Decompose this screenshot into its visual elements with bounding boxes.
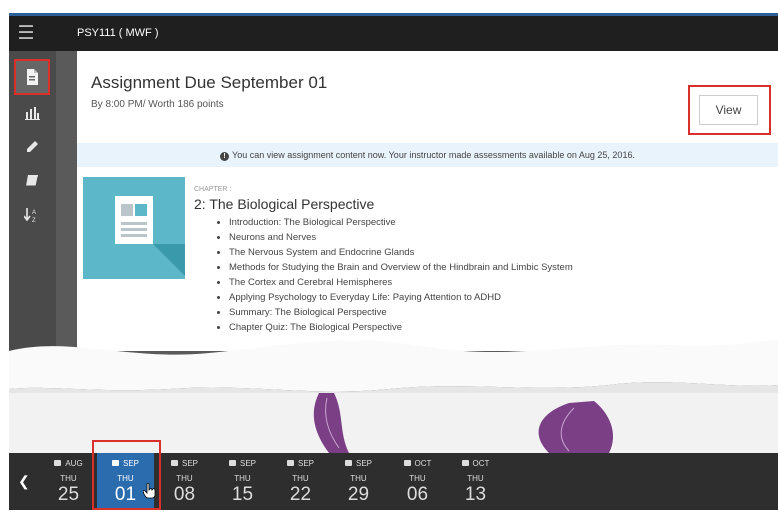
date-day: 06 (406, 484, 429, 505)
document-icon (27, 69, 38, 85)
bar-chart-icon (24, 106, 40, 120)
assignment-panel: Assignment Due September 01 By 8:00 PM/ … (77, 51, 778, 351)
date-weekday: THU (60, 474, 77, 483)
chapter-thumbnail[interactable] (83, 177, 185, 279)
lock-icon (170, 460, 178, 466)
hand-cursor-icon (143, 483, 156, 499)
sidebar-item-edit[interactable] (16, 131, 48, 163)
date-month: SEP (355, 459, 372, 468)
document-illustration (115, 196, 153, 244)
illustration-block-accent (135, 204, 147, 216)
sidebar-item-grades[interactable] (16, 97, 48, 129)
illustration-block (121, 204, 133, 216)
date-day: 25 (57, 484, 80, 505)
date-month: SEP (239, 459, 256, 468)
illustration-line (121, 222, 147, 225)
course-title: PSY111 ( MWF ) (77, 27, 159, 39)
chevron-left-icon[interactable]: ❮ (18, 473, 30, 490)
sort-az-icon: A Z (24, 208, 36, 223)
lock-icon (344, 460, 352, 466)
date-day: 29 (347, 484, 370, 505)
date-weekday: THU (409, 474, 426, 483)
top-bar: ☰ PSY111 ( MWF ) (9, 16, 778, 51)
date-day: 22 (289, 484, 312, 505)
lock-icon (403, 460, 411, 466)
chapter-label: CHAPTER : (194, 186, 232, 193)
lock-icon (54, 460, 62, 466)
thumbnail-shadow (153, 244, 185, 279)
date-month: OCT (414, 459, 432, 468)
topic-item[interactable]: Neurons and Nerves (229, 230, 573, 245)
date-weekday: THU (176, 474, 193, 483)
lock-icon (228, 460, 236, 466)
date-month: SEP (297, 459, 314, 468)
date-cell[interactable]: OCT THU 13 (447, 453, 504, 510)
date-cell[interactable]: SEP THU 08 (156, 453, 213, 510)
date-cell[interactable]: OCT THU 06 (389, 453, 446, 510)
date-month: OCT (472, 459, 490, 468)
date-cell[interactable]: SEP THU 22 (272, 453, 329, 510)
view-button[interactable]: View (699, 95, 758, 125)
availability-notice: ! You can view assignment content now. Yo… (77, 143, 778, 167)
topic-item[interactable]: Methods for Studying the Brain and Overv… (229, 260, 573, 275)
lock-icon (286, 460, 294, 466)
sidebar: A Z (9, 51, 56, 351)
info-icon: ! (220, 152, 230, 161)
date-cell[interactable]: AUG THU 25 (40, 453, 97, 510)
date-day: 13 (464, 484, 487, 505)
svg-text:A: A (32, 210, 36, 216)
sidebar-item-assignments[interactable] (14, 59, 50, 95)
date-cell[interactable]: SEP THU 29 (330, 453, 387, 510)
date-day: 08 (173, 484, 196, 505)
topic-item[interactable]: Summary: The Biological Perspective (229, 305, 573, 320)
lock-icon (461, 460, 469, 466)
book-icon (26, 175, 39, 187)
view-button-highlight: View (688, 85, 771, 135)
topic-item[interactable]: Introduction: The Biological Perspective (229, 215, 573, 230)
assignment-title: Assignment Due September 01 (91, 73, 328, 92)
illustration-line (121, 234, 147, 237)
chapter-title[interactable]: 2: The Biological Perspective (194, 196, 374, 212)
date-month: AUG (65, 459, 83, 468)
topic-item[interactable]: Applying Psychology to Everyday Life: Pa… (229, 290, 573, 305)
menu-icon[interactable]: ☰ (14, 23, 38, 45)
assignment-subtitle: By 8:00 PM/ Worth 186 points (91, 99, 224, 110)
date-month: SEP (181, 459, 198, 468)
topic-item[interactable]: The Nervous System and Endocrine Glands (229, 245, 573, 260)
topic-item[interactable]: The Cortex and Cerebral Hemispheres (229, 275, 573, 290)
date-weekday: THU (292, 474, 309, 483)
sidebar-item-sort[interactable]: A Z (16, 199, 48, 231)
date-weekday: THU (350, 474, 367, 483)
date-cell[interactable]: SEP THU 15 (214, 453, 271, 510)
chapter-topics: Introduction: The Biological Perspective… (229, 215, 573, 335)
date-day: 15 (231, 484, 254, 505)
selected-date-highlight (92, 440, 161, 510)
date-weekday: THU (234, 474, 251, 483)
torn-paper-divider (9, 340, 778, 393)
sidebar-item-book[interactable] (16, 165, 48, 197)
date-weekday: THU (467, 474, 484, 483)
notice-text: You can view assignment content now. You… (232, 150, 635, 160)
svg-text:Z: Z (32, 218, 36, 223)
app-frame: ☰ PSY111 ( MWF ) A Z Assignment Due Sept… (9, 13, 778, 510)
illustration-line (121, 228, 147, 231)
pencil-icon (27, 141, 38, 152)
